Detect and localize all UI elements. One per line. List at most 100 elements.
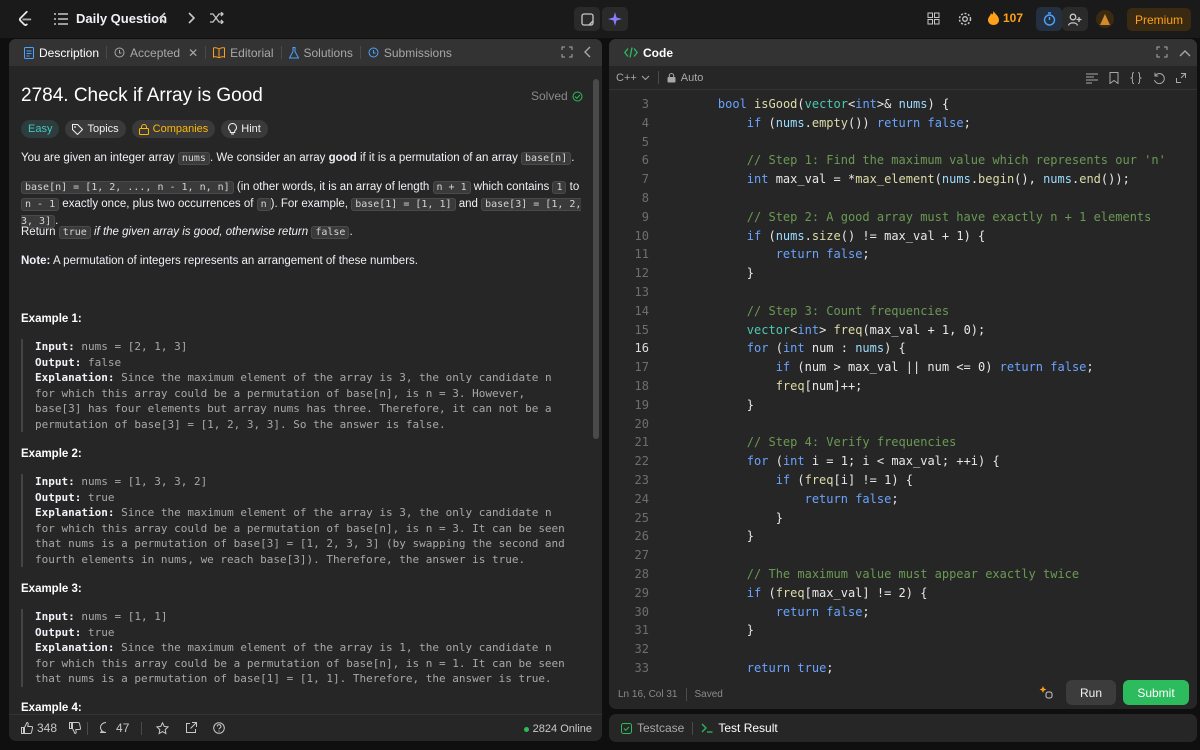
daily-question-nav[interactable]: Daily Question: [54, 11, 167, 26]
streak-counter[interactable]: 107: [988, 11, 1023, 25]
code-text: // The maximum value must appear exactly…: [746, 567, 1080, 581]
tab-accepted[interactable]: Accepted ✕: [107, 39, 205, 66]
like-button[interactable]: 348: [15, 721, 63, 735]
code-line[interactable]: 4 if (nums.empty()) return false;: [609, 114, 1197, 133]
hint-button[interactable]: Hint: [221, 120, 268, 138]
share-button[interactable]: [179, 722, 203, 734]
code-editor[interactable]: 3 bool isGood(vector<int>& nums) {4 if (…: [609, 91, 1197, 685]
notes-button[interactable]: [574, 7, 600, 31]
code-line[interactable]: 30 return false;: [609, 603, 1197, 622]
dislike-button[interactable]: [63, 722, 87, 734]
problem-title[interactable]: 2784. Check if Array is Good: [21, 85, 263, 107]
code-line[interactable]: 10 if (nums.size() != max_val + 1) {: [609, 227, 1197, 246]
braces-icon[interactable]: [1130, 72, 1142, 84]
reset-icon[interactable]: [1153, 72, 1165, 84]
code-line[interactable]: 32: [609, 640, 1197, 659]
code-line[interactable]: 25 }: [609, 509, 1197, 528]
code-line[interactable]: 15 vector<int> freq(max_val + 1, 0);: [609, 321, 1197, 340]
share-icon: [186, 722, 198, 733]
close-icon[interactable]: ✕: [188, 46, 198, 60]
comment-count: 47: [116, 721, 130, 735]
code-line[interactable]: 28 // The maximum value must appear exac…: [609, 565, 1197, 584]
debug-button[interactable]: [1039, 685, 1053, 704]
code-line[interactable]: 7 int max_val = *max_element(nums.begin(…: [609, 170, 1197, 189]
format-icon[interactable]: [1086, 73, 1098, 84]
collapse-panel-button[interactable]: [1179, 46, 1191, 60]
topics-button[interactable]: Topics: [65, 120, 126, 138]
code-icon: [624, 47, 638, 58]
settings-button[interactable]: [958, 12, 972, 26]
random-problem-button[interactable]: [210, 12, 224, 24]
companies-button[interactable]: Companies: [131, 120, 216, 138]
code-line[interactable]: 21 // Step 4: Verify frequencies: [609, 433, 1197, 452]
tab-test-result-label: Test Result: [718, 721, 778, 735]
line-number: 28: [634, 567, 649, 581]
code-line[interactable]: 14 // Step 3: Count frequencies: [609, 302, 1197, 321]
code-line[interactable]: 5: [609, 133, 1197, 152]
chevron-left-icon: [158, 12, 166, 24]
language-select[interactable]: C++: [616, 72, 650, 84]
avatar[interactable]: [1096, 10, 1114, 28]
code-line[interactable]: 11 return false;: [609, 245, 1197, 264]
solved-label: Solved: [531, 89, 568, 103]
bookmark-icon[interactable]: [1109, 72, 1119, 84]
prev-problem-button[interactable]: [158, 11, 168, 25]
code-line[interactable]: 19 }: [609, 396, 1197, 415]
code-line[interactable]: 31 }: [609, 621, 1197, 640]
invite-button[interactable]: [1062, 7, 1088, 31]
timer-button[interactable]: [1036, 7, 1062, 31]
code-line[interactable]: 9 // Step 2: A good array must have exac…: [609, 208, 1197, 227]
tab-editorial[interactable]: Editorial: [206, 39, 280, 66]
leetcode-logo-icon[interactable]: [16, 10, 34, 28]
code-line[interactable]: 13: [609, 283, 1197, 302]
code-line[interactable]: 23 if (freq[i] != 1) {: [609, 471, 1197, 490]
favorite-button[interactable]: [150, 721, 175, 735]
code-line[interactable]: 8: [609, 189, 1197, 208]
line-number: 9: [641, 209, 649, 224]
line-number: 31: [634, 623, 649, 638]
code-line[interactable]: 18 freq[num]++;: [609, 377, 1197, 396]
code-line[interactable]: 16 for (int num : nums) {: [609, 339, 1197, 358]
code-line[interactable]: 24 return false;: [609, 490, 1197, 509]
description-scrollbar[interactable]: [593, 79, 599, 439]
code-line[interactable]: 17 if (num > max_val || num <= 0) return…: [609, 358, 1197, 377]
code-line[interactable]: 26 }: [609, 527, 1197, 546]
tab-submissions[interactable]: Submissions: [361, 39, 459, 66]
code-line[interactable]: 33 return true;: [609, 659, 1197, 678]
premium-button[interactable]: Premium: [1127, 8, 1191, 31]
tab-code[interactable]: Code: [617, 39, 680, 66]
code-line[interactable]: 29 if (freq[max_val] != 2) {: [609, 584, 1197, 603]
flask-icon: [288, 46, 299, 58]
code-line[interactable]: 12 }: [609, 264, 1197, 283]
example-heading: Example 3:: [21, 583, 82, 595]
code-line[interactable]: 27: [609, 546, 1197, 565]
run-button[interactable]: Run: [1066, 680, 1116, 705]
code-text: }: [689, 266, 755, 281]
comments-button[interactable]: 47: [94, 721, 135, 735]
code-line[interactable]: 22 for (int i = 1; i < max_val; ++i) {: [609, 452, 1197, 471]
maximize-button[interactable]: [561, 46, 573, 61]
tab-submissions-label: Submissions: [383, 45, 452, 60]
code-text: if (nums.size() != max_val + 1) {: [746, 228, 986, 243]
description-content[interactable]: 2784. Check if Array is Good Solved Easy…: [9, 66, 602, 714]
tab-solutions[interactable]: Solutions: [282, 39, 360, 66]
submit-button[interactable]: Submit: [1123, 680, 1189, 705]
expand-icon[interactable]: [1176, 73, 1186, 83]
code-line[interactable]: 20: [609, 415, 1197, 434]
collapse-panel-button[interactable]: [584, 46, 592, 61]
tab-testcase[interactable]: Testcase: [613, 714, 692, 742]
tab-test-result[interactable]: Test Result: [693, 714, 785, 742]
maximize-button[interactable]: [1156, 46, 1168, 61]
ai-assistant-button[interactable]: [602, 7, 628, 31]
layout-button[interactable]: [927, 12, 940, 25]
next-problem-button[interactable]: [186, 11, 196, 25]
code-line[interactable]: 6 // Step 1: Find the maximum value whic…: [609, 151, 1197, 170]
line-number: 16: [634, 341, 649, 356]
top-bar: Daily Question 107 Premium: [0, 0, 1200, 38]
auto-mode-toggle[interactable]: Auto: [667, 72, 703, 84]
help-button[interactable]: [207, 722, 231, 734]
code-line[interactable]: 3 bool isGood(vector<int>& nums) {: [609, 95, 1197, 114]
tab-description[interactable]: Description: [17, 39, 106, 66]
toolbar-divider: [657, 71, 659, 84]
